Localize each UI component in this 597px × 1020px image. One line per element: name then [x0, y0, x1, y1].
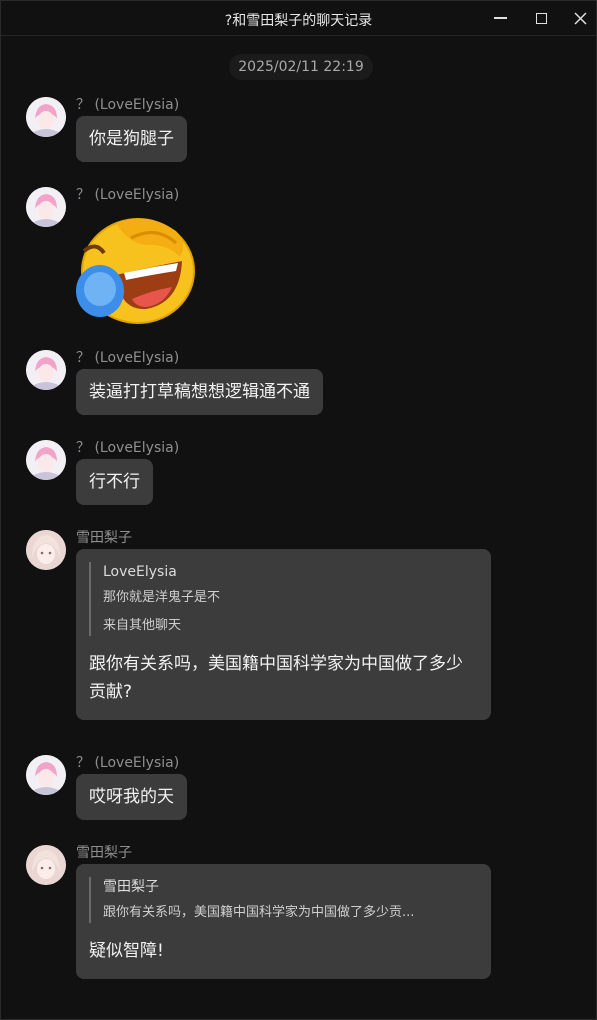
- chat-history-window: ?和雪田梨子的聊天记录 2025/02/11 22:19 ？ (LoveElys…: [0, 0, 597, 1020]
- sender-name: ？ (LoveElysia): [76, 755, 180, 771]
- maximize-icon: [535, 12, 547, 24]
- quoted-text: 那你就是洋鬼子是不: [103, 590, 221, 605]
- reply-message-bubble[interactable]: 雪田梨子 跟你有关系吗，美国籍中国科学家为中国做了多少贡... 疑似智障!: [76, 864, 491, 979]
- message-bubble[interactable]: 行不行: [76, 459, 153, 505]
- avatar[interactable]: [26, 97, 66, 137]
- close-icon: [573, 11, 587, 25]
- quoted-message[interactable]: LoveElysia 那你就是洋鬼子是不 来自其他聊天: [89, 562, 478, 636]
- quoted-text: 跟你有关系吗，美国籍中国科学家为中国做了多少贡...: [103, 905, 415, 920]
- quoted-author: 雪田梨子: [103, 879, 159, 895]
- avatar[interactable]: [26, 530, 66, 570]
- message-bubble[interactable]: 哎呀我的天: [76, 774, 187, 820]
- avatar[interactable]: [26, 440, 66, 480]
- avatar[interactable]: [26, 350, 66, 390]
- sender-name: 雪田梨子: [76, 530, 132, 546]
- sender-name: 雪田梨子: [76, 845, 132, 861]
- minimize-icon: [493, 17, 507, 19]
- quoted-source: 来自其他聊天: [103, 618, 182, 633]
- close-button[interactable]: [569, 7, 591, 29]
- sender-name: ？ (LoveElysia): [76, 97, 180, 113]
- minimize-button[interactable]: [489, 7, 511, 29]
- sender-name: ？ (LoveElysia): [76, 187, 180, 203]
- laughing-crying-face-sticker[interactable]: [76, 213, 196, 325]
- message-list[interactable]: 2025/02/11 22:19 ？ (LoveElysia) 你是狗腿子 ？ …: [1, 37, 596, 1019]
- message-text: 疑似智障!: [89, 941, 164, 961]
- quoted-message[interactable]: 雪田梨子 跟你有关系吗，美国籍中国科学家为中国做了多少贡...: [89, 877, 478, 923]
- maximize-button[interactable]: [530, 7, 552, 29]
- message-text: 跟你有关系吗，美国籍中国科学家为中国做了多少贡献?: [89, 654, 463, 702]
- avatar[interactable]: [26, 187, 66, 227]
- timestamp-badge: 2025/02/11 22:19: [229, 54, 373, 80]
- message-bubble[interactable]: 你是狗腿子: [76, 116, 187, 162]
- quoted-author: LoveElysia: [103, 564, 177, 580]
- sender-name: ？ (LoveElysia): [76, 350, 180, 366]
- avatar[interactable]: [26, 845, 66, 885]
- avatar[interactable]: [26, 755, 66, 795]
- reply-message-bubble[interactable]: LoveElysia 那你就是洋鬼子是不 来自其他聊天 跟你有关系吗，美国籍中国…: [76, 549, 491, 720]
- sender-name: ？ (LoveElysia): [76, 440, 180, 456]
- title-bar[interactable]: ?和雪田梨子的聊天记录: [1, 1, 596, 36]
- message-bubble[interactable]: 装逼打打草稿想想逻辑通不通: [76, 369, 323, 415]
